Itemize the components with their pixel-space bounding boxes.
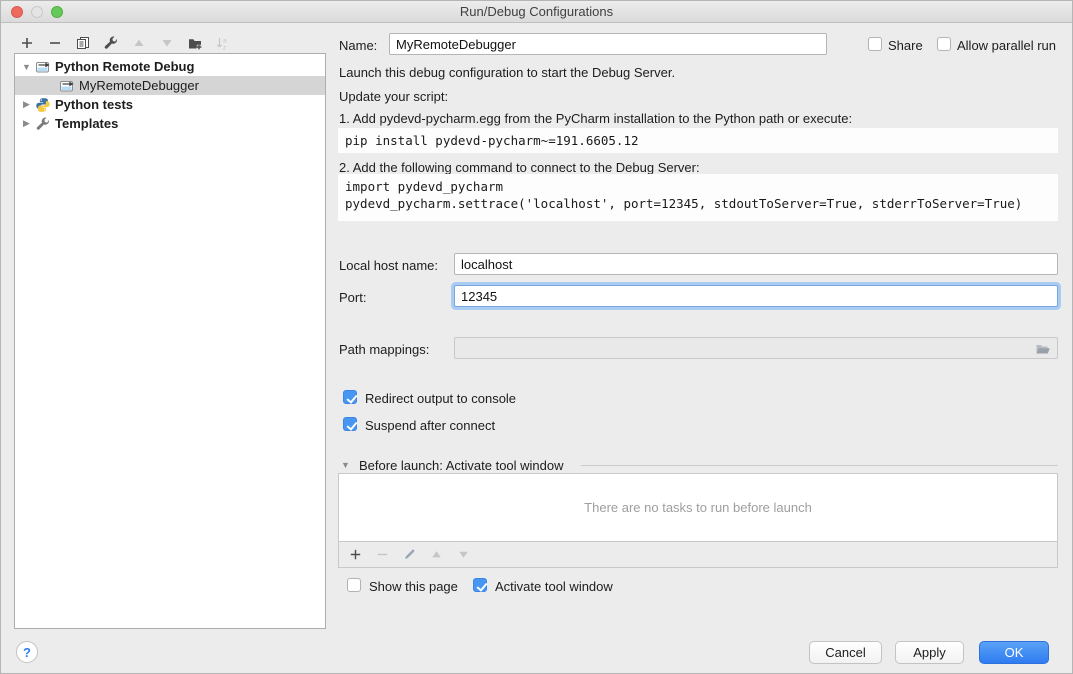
before-launch-header[interactable]: Before launch: Activate tool window [359, 458, 564, 473]
task-move-up-icon[interactable] [428, 546, 445, 563]
run-debug-configurations-dialog: Run/Debug Configurations az ▼ Python Rem… [0, 0, 1073, 674]
edit-defaults-wrench-icon[interactable] [102, 34, 119, 51]
tasks-toolbar [338, 542, 1058, 568]
add-task-button[interactable] [347, 546, 364, 563]
run-config-icon [59, 78, 75, 94]
pip-install-command[interactable]: pip install pydevd-pycharm~=191.6605.12 [338, 128, 1058, 153]
copy-configuration-icon[interactable] [74, 34, 91, 51]
before-launch-tasks-list[interactable]: There are no tasks to run before launch [338, 473, 1058, 542]
suspend-after-connect-label: Suspend after connect [365, 418, 495, 433]
name-label: Name: [339, 38, 377, 53]
window-title: Run/Debug Configurations [1, 1, 1072, 22]
svg-text:z: z [223, 44, 226, 51]
new-folder-icon[interactable] [186, 34, 203, 51]
configurations-tree: ▼ Python Remote Debug MyRemoteDebugger ▶… [14, 53, 326, 629]
browse-folder-icon[interactable] [1035, 341, 1051, 357]
share-checkbox[interactable] [868, 37, 882, 51]
show-this-page-label: Show this page [369, 579, 458, 594]
ok-button[interactable]: OK [979, 641, 1049, 664]
description-line-1: Launch this debug configuration to start… [339, 65, 675, 80]
activate-tool-window-checkbox[interactable] [473, 578, 487, 592]
remove-configuration-button[interactable] [46, 34, 63, 51]
close-window-button[interactable] [11, 6, 23, 18]
task-move-down-icon[interactable] [455, 546, 472, 563]
run-config-icon [35, 59, 51, 75]
python-icon [35, 97, 51, 113]
redirect-output-checkbox[interactable] [343, 390, 357, 404]
allow-parallel-run-label: Allow parallel run [957, 38, 1056, 53]
port-input[interactable] [454, 285, 1058, 307]
move-up-icon[interactable] [130, 34, 147, 51]
wrench-icon [35, 116, 51, 132]
minimize-window-button[interactable] [31, 6, 43, 18]
name-input[interactable] [389, 33, 827, 55]
path-mappings-field[interactable] [454, 337, 1058, 359]
zoom-window-button[interactable] [51, 6, 63, 18]
apply-button[interactable]: Apply [895, 641, 964, 664]
path-mappings-label: Path mappings: [339, 342, 429, 357]
step-1-text: 1. Add pydevd-pycharm.egg from the PyCha… [339, 111, 852, 126]
tree-item-python-tests[interactable]: ▶ Python tests [15, 95, 325, 114]
tree-item-myremotedebugger[interactable]: MyRemoteDebugger [15, 76, 325, 95]
port-label: Port: [339, 290, 366, 305]
tree-item-label: MyRemoteDebugger [79, 78, 199, 93]
move-down-icon[interactable] [158, 34, 175, 51]
code-line-1: import pydevd_pycharm [345, 179, 503, 194]
add-configuration-button[interactable] [18, 34, 35, 51]
tree-item-label: Python tests [55, 97, 133, 112]
cancel-button[interactable]: Cancel [809, 641, 882, 664]
settrace-code-block[interactable]: import pydevd_pycharm pydevd_pycharm.set… [338, 174, 1058, 221]
tree-item-label: Templates [55, 116, 118, 131]
before-launch-collapse-icon[interactable]: ▼ [341, 460, 350, 470]
local-host-name-input[interactable] [454, 253, 1058, 275]
collapsed-chevron-icon[interactable]: ▶ [20, 99, 33, 110]
help-button[interactable]: ? [16, 641, 38, 663]
expanded-chevron-icon[interactable]: ▼ [20, 62, 33, 72]
suspend-after-connect-checkbox[interactable] [343, 417, 357, 431]
activate-tool-window-label: Activate tool window [495, 579, 613, 594]
step-2-text: 2. Add the following command to connect … [339, 160, 700, 175]
remove-task-button[interactable] [374, 546, 391, 563]
show-this-page-checkbox[interactable] [347, 578, 361, 592]
no-tasks-message: There are no tasks to run before launch [584, 500, 812, 515]
traffic-lights [11, 6, 63, 18]
help-question-icon: ? [23, 645, 31, 660]
titlebar: Run/Debug Configurations [1, 1, 1072, 23]
configurations-toolbar: az [18, 34, 231, 51]
code-line-2: pydevd_pycharm.settrace('localhost', por… [345, 196, 1022, 211]
collapsed-chevron-icon[interactable]: ▶ [20, 118, 33, 129]
share-label: Share [888, 38, 923, 53]
edit-task-pencil-icon[interactable] [401, 546, 418, 563]
sort-configurations-icon[interactable]: az [214, 34, 231, 51]
allow-parallel-run-checkbox[interactable] [937, 37, 951, 51]
tree-item-templates[interactable]: ▶ Templates [15, 114, 325, 133]
svg-text:a: a [223, 37, 227, 44]
tree-item-python-remote-debug[interactable]: ▼ Python Remote Debug [15, 57, 325, 76]
redirect-output-label: Redirect output to console [365, 391, 516, 406]
description-line-2: Update your script: [339, 89, 448, 104]
local-host-name-label: Local host name: [339, 258, 438, 273]
tree-item-label: Python Remote Debug [55, 59, 194, 74]
before-launch-rule [581, 465, 1058, 466]
